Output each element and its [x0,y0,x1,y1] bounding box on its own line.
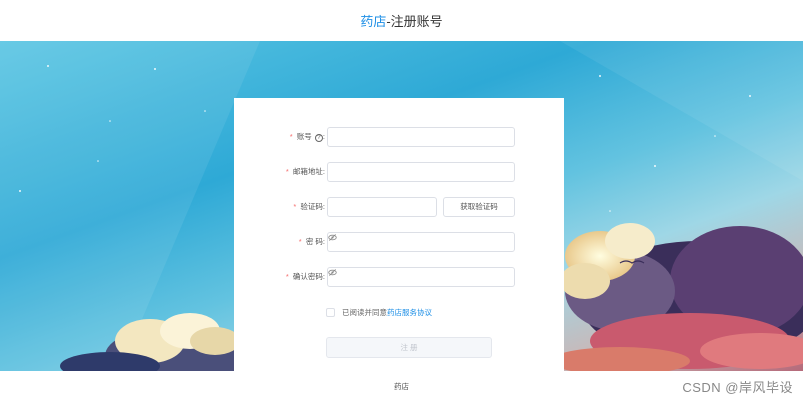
register-card: * 账号 ?: * 邮箱地址: * 验证码: 获取验证码 * 密 码: * 确认… [234,98,564,371]
question-icon[interactable]: ? [314,134,323,142]
password-label: 密 码 [305,237,323,246]
account-label: 账号 [296,132,312,141]
code-row: * 验证码: 获取验证码 [234,196,515,217]
code-label: 验证码 [300,202,323,211]
background-scene: * 账号 ?: * 邮箱地址: * 验证码: 获取验证码 * 密 码: * 确认… [0,41,803,371]
eye-hidden-icon[interactable] [328,233,337,242]
email-row: * 邮箱地址: [234,161,515,182]
password-input[interactable] [327,231,515,252]
header-brand[interactable]: 药店 [360,11,386,30]
confirm-row: * 确认密码: [234,266,515,287]
code-input[interactable] [327,196,437,217]
page-header: 药店 -注册账号 [0,0,803,41]
account-row: * 账号 ?: [234,126,515,147]
header-title: -注册账号 [386,14,443,29]
get-code-button[interactable]: 获取验证码 [443,196,515,217]
password-row: * 密 码: [234,231,515,252]
confirm-password-input[interactable] [327,266,515,287]
email-label: 邮箱地址 [292,167,323,176]
agree-checkbox[interactable] [326,308,335,317]
confirm-label: 确认密码 [292,272,323,281]
agree-text: 已阅读并同意 [342,308,387,317]
register-button[interactable]: 注 册 [326,337,492,358]
agreement-link[interactable]: 药店服务协议 [387,307,432,318]
agreement-row: 已阅读并同意 药店服务协议 [326,307,432,318]
eye-hidden-icon[interactable] [328,268,337,277]
watermark-text: CSDN @岸风毕设 [682,380,793,395]
email-input[interactable] [327,161,515,182]
account-input[interactable] [327,126,515,147]
